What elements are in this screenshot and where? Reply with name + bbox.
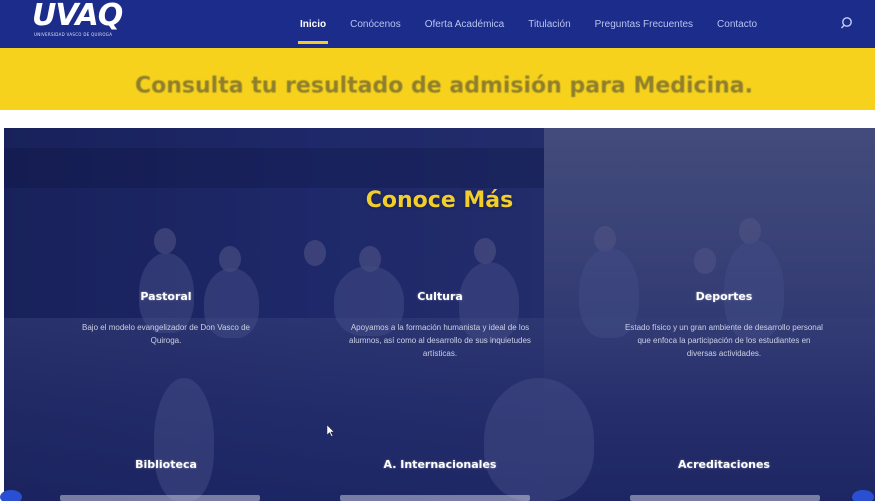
nav-item-preguntas-frecuentes[interactable]: Preguntas Frecuentes <box>595 19 693 30</box>
feature-description: Apoyamos a la formación humanista y idea… <box>349 323 531 358</box>
search-icon[interactable] <box>840 15 856 31</box>
uvaq-logo[interactable]: UVAQ UNIVERSIDAD VASCO DE QUIROGA <box>30 0 140 42</box>
admission-banner[interactable]: Consulta tu resultado de admisión para M… <box>0 48 875 110</box>
nav-item-oferta-academica[interactable]: Oferta Académica <box>425 19 504 30</box>
feature-title: Cultura <box>417 290 463 303</box>
logo-text: UVAQ <box>32 0 123 33</box>
nav-item-titulacion[interactable]: Titulación <box>528 19 570 30</box>
site-header: UVAQ UNIVERSIDAD VASCO DE QUIROGA Inicio… <box>0 0 875 48</box>
divider <box>0 110 875 128</box>
feature-pastoral[interactable]: Pastoral Bajo el modelo evangelizador de… <box>66 290 266 347</box>
feature-title: Acreditaciones <box>678 458 770 471</box>
conoce-mas-section: Conoce Más Pastoral Bajo el modelo evang… <box>4 128 875 501</box>
feature-a-internacionales[interactable]: A. Internacionales <box>340 458 540 471</box>
feature-title: Pastoral <box>140 290 192 303</box>
feature-acreditaciones[interactable]: Acreditaciones <box>624 458 824 471</box>
section-title: Conoce Más <box>365 188 514 213</box>
feature-description-cutoff <box>340 495 530 501</box>
feature-title: Biblioteca <box>135 458 197 471</box>
main-nav: Inicio Conócenos Oferta Académica Titula… <box>297 0 781 48</box>
feature-biblioteca[interactable]: Biblioteca <box>66 458 266 471</box>
feature-title: Deportes <box>695 290 753 303</box>
feature-description-cutoff <box>60 495 260 501</box>
nav-item-contacto[interactable]: Contacto <box>717 19 757 30</box>
scroll-indicator-right[interactable] <box>852 490 874 501</box>
nav-item-conocenos[interactable]: Conócenos <box>350 19 401 30</box>
nav-item-inicio[interactable]: Inicio <box>297 19 329 44</box>
mouse-cursor-icon <box>327 425 335 437</box>
feature-deportes[interactable]: Deportes Estado físico y un gran ambient… <box>624 290 824 360</box>
feature-description: Bajo el modelo evangelizador de Don Vasc… <box>82 323 250 345</box>
scroll-indicator-left[interactable] <box>0 490 22 501</box>
feature-description: Estado físico y un gran ambiente de desa… <box>625 323 823 358</box>
feature-cultura[interactable]: Cultura Apoyamos a la formación humanist… <box>340 290 540 360</box>
feature-title: A. Internacionales <box>383 458 497 471</box>
logo-subtitle: UNIVERSIDAD VASCO DE QUIROGA <box>34 32 113 37</box>
banner-text: Consulta tu resultado de admisión para M… <box>135 73 753 99</box>
feature-description-cutoff <box>630 495 820 501</box>
